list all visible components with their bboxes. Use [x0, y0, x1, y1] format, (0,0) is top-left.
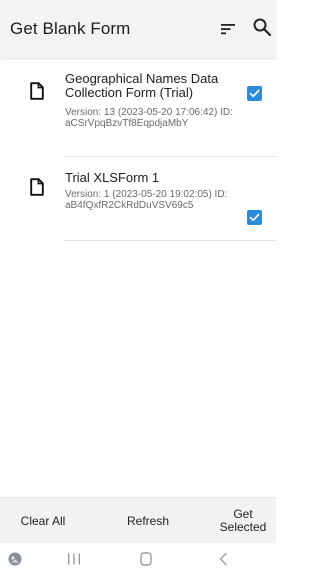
divider — [64, 156, 276, 157]
document-icon — [30, 178, 44, 196]
form-details: Version: 13 (2023-05-20 17:06:42) ID: aC… — [65, 107, 233, 129]
form-details: Version: 1 (2023-05-20 19:02:05) ID: aB4… — [65, 189, 228, 211]
app-bar: Get Blank Form — [0, 0, 276, 58]
search-icon[interactable] — [252, 17, 272, 37]
list-item[interactable]: Trial XLSForm 1 Version: 1 (2023-05-20 1… — [0, 166, 276, 242]
recents-icon[interactable] — [67, 553, 81, 565]
get-selected-label-line2: Selected — [219, 520, 267, 534]
get-selected-button[interactable]: Get Selected — [210, 498, 276, 544]
refresh-button[interactable]: Refresh — [100, 498, 196, 544]
divider — [64, 240, 276, 241]
form-name: Trial XLSForm 1 — [65, 170, 160, 185]
system-nav-bar — [0, 543, 276, 574]
form-name: Geographical Names Data Collection Form … — [65, 71, 219, 100]
list-item[interactable]: Geographical Names Data Collection Form … — [0, 66, 276, 166]
document-icon — [30, 82, 44, 100]
check-icon — [249, 89, 260, 98]
app-icon[interactable] — [8, 552, 22, 566]
home-icon[interactable] — [140, 552, 152, 566]
bottom-action-bar: Clear All Refresh Get Selected — [0, 497, 276, 543]
sort-icon[interactable] — [220, 21, 236, 37]
form-checkbox[interactable] — [247, 86, 262, 101]
form-checkbox[interactable] — [247, 210, 262, 225]
back-icon[interactable] — [218, 552, 228, 566]
clear-all-button[interactable]: Clear All — [0, 498, 86, 544]
page-title: Get Blank Form — [10, 19, 131, 38]
check-icon — [249, 213, 260, 222]
